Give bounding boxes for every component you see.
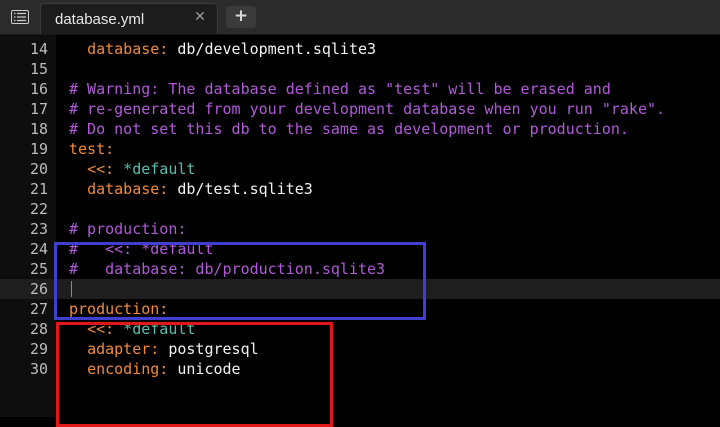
line-code: database: db/test.sqlite3	[69, 179, 313, 199]
code-line[interactable]: 17 # re-generated from your development d…	[0, 99, 720, 119]
line-number: 27	[29, 300, 48, 318]
line-number: 17	[29, 100, 48, 118]
new-tab-button[interactable]: +	[226, 6, 256, 28]
line-number: 24	[29, 240, 48, 258]
plus-icon: +	[233, 6, 249, 26]
token-com: # re-generated from your development dat…	[69, 100, 666, 118]
highlight-box-blue	[54, 242, 426, 320]
token-com: # Warning: The database defined as "test…	[69, 80, 611, 98]
highlight-box-red	[56, 322, 333, 427]
line-code: <<: *default	[69, 159, 195, 179]
line-code: database: db/development.sqlite3	[69, 39, 376, 59]
tab-bar: database.yml ✕ +	[0, 0, 720, 35]
tab-database-yml[interactable]: database.yml ✕	[40, 3, 218, 34]
line-code: test:	[69, 139, 114, 159]
line-code: # Warning: The database defined as "test…	[69, 79, 611, 99]
code-line[interactable]: 19 test:	[0, 139, 720, 159]
line-number: 18	[29, 120, 48, 138]
code-line[interactable]: 18 # Do not set this db to the same as de…	[0, 119, 720, 139]
token-com: # production:	[69, 220, 187, 238]
line-number: 29	[29, 340, 48, 358]
token-val: db/development.sqlite3	[168, 40, 377, 58]
code-line[interactable]: 16 # Warning: The database defined as "te…	[0, 79, 720, 99]
line-number: 20	[29, 160, 48, 178]
line-code: # production:	[69, 219, 186, 239]
token-val: db/test.sqlite3	[168, 180, 313, 198]
token-key: <<:	[87, 160, 115, 178]
close-icon[interactable]: ✕	[192, 9, 208, 25]
menu-icon	[11, 10, 29, 24]
token-com: # Do not set this db to the same as deve…	[69, 120, 629, 138]
code-line[interactable]: 22	[0, 199, 720, 219]
line-number: 23	[29, 220, 48, 238]
token-key: database:	[87, 180, 169, 198]
code-line[interactable]: 14 database: db/development.sqlite3	[0, 39, 720, 59]
code-line[interactable]: 23 # production:	[0, 219, 720, 239]
line-number: 22	[29, 200, 48, 218]
line-number: 15	[29, 60, 48, 78]
line-number: 30	[29, 360, 48, 378]
token-key: test:	[69, 140, 115, 158]
line-number: 19	[29, 140, 48, 158]
line-number: 14	[29, 40, 48, 58]
line-code: # Do not set this db to the same as deve…	[69, 119, 629, 139]
code-line[interactable]: 20 <<: *default	[0, 159, 720, 179]
line-number: 26	[29, 280, 48, 298]
line-number: 16	[29, 80, 48, 98]
tab-label: database.yml	[55, 11, 145, 28]
line-number: 28	[29, 320, 48, 338]
line-number: 25	[29, 260, 48, 278]
token-alias: *default	[114, 160, 196, 178]
code-editor[interactable]: 14 database: db/development.sqlite3 15 16 #…	[0, 35, 720, 427]
token-key: database:	[87, 40, 169, 58]
menu-button[interactable]	[6, 6, 34, 28]
code-line[interactable]: 21 database: db/test.sqlite3	[0, 179, 720, 199]
line-code: # re-generated from your development dat…	[69, 99, 665, 119]
code-line[interactable]: 15	[0, 59, 720, 79]
line-number: 21	[29, 180, 48, 198]
